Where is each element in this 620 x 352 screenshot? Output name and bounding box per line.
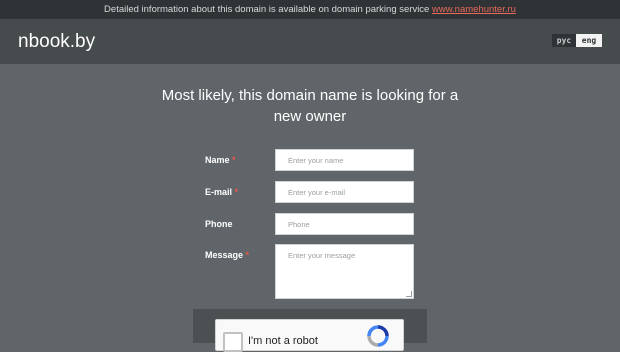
lang-eng-button[interactable]: eng xyxy=(576,34,602,47)
message-field[interactable]: Enter your message xyxy=(275,244,414,299)
headline-line-2: new owner xyxy=(273,108,347,125)
recaptcha-logo-icon xyxy=(367,325,389,347)
message-label: Message * xyxy=(205,250,249,260)
email-required-mark: * xyxy=(234,187,239,197)
domain-info-bar: Detailed information about this domain i… xyxy=(0,0,620,19)
message-required-mark: * xyxy=(245,250,250,260)
recaptcha-checkbox[interactable] xyxy=(223,332,243,352)
lang-rus-button[interactable]: рус xyxy=(552,34,576,47)
page-headline: Most likely, this domain name is looking… xyxy=(130,85,490,127)
site-header: nbook.by рус eng xyxy=(0,19,620,64)
headline-line-1: Most likely, this domain name is looking… xyxy=(161,87,459,104)
name-field[interactable]: Enter your name xyxy=(275,149,414,171)
domain-info-text: Detailed information about this domain i… xyxy=(104,4,430,15)
name-label: Name * xyxy=(205,155,236,165)
recaptcha-label: I'm not a robot xyxy=(248,335,318,347)
name-label-text: Name xyxy=(205,155,230,165)
email-placeholder: Enter your e-mail xyxy=(288,188,346,197)
resize-grip-icon[interactable] xyxy=(406,291,412,297)
message-placeholder: Enter your message xyxy=(288,251,356,260)
phone-placeholder: Phone xyxy=(288,220,310,229)
phone-field[interactable]: Phone xyxy=(275,213,414,235)
namehunter-link[interactable]: www.namehunter.ru xyxy=(432,4,516,15)
phone-label-text: Phone xyxy=(205,219,233,229)
name-required-mark: * xyxy=(232,155,236,165)
message-label-text: Message xyxy=(205,250,244,260)
recaptcha-widget: I'm not a robot xyxy=(215,319,404,352)
phone-label: Phone xyxy=(205,219,233,229)
email-label: E-mail * xyxy=(205,187,238,197)
site-logo[interactable]: nbook.by xyxy=(18,31,95,53)
name-placeholder: Enter your name xyxy=(288,156,344,165)
email-label-text: E-mail xyxy=(205,187,233,197)
email-field[interactable]: Enter your e-mail xyxy=(275,181,414,203)
